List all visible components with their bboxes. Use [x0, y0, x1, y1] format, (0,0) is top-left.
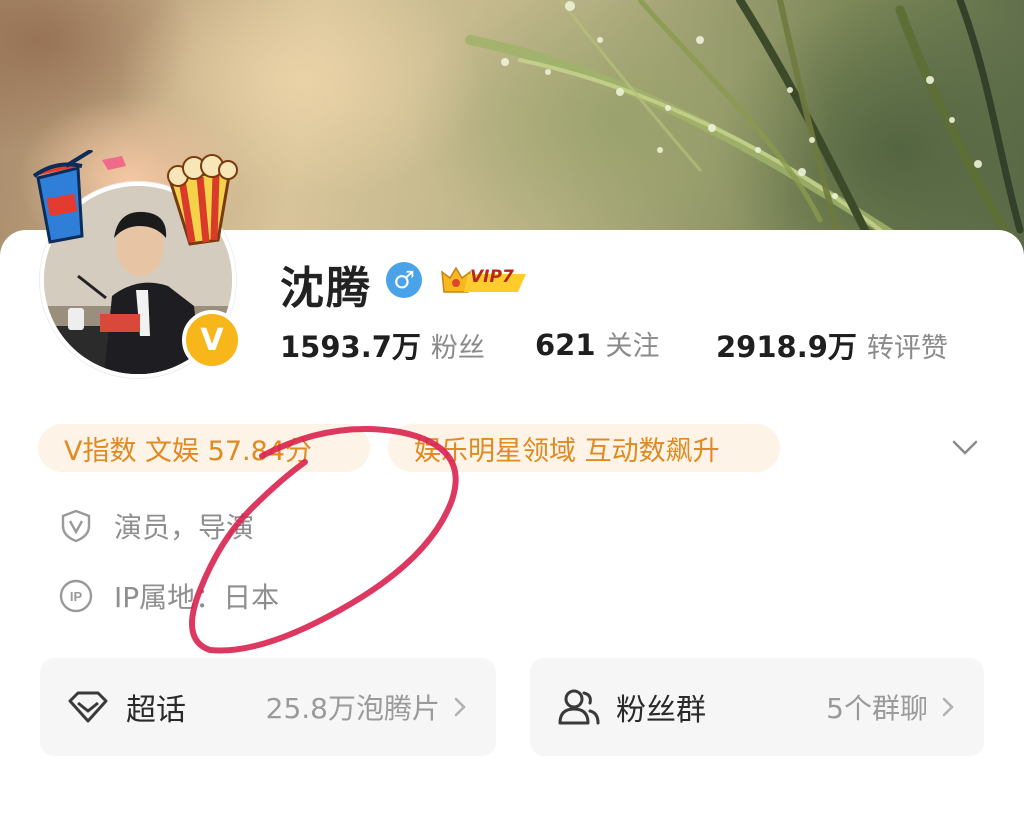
super-topic-value: 25.8万泡腾片 — [265, 692, 440, 725]
stat-value: 2918.9万 — [716, 330, 857, 364]
shield-v-icon — [61, 509, 91, 543]
verified-badge-icon: V — [182, 310, 242, 370]
chevron-right-icon — [454, 697, 466, 717]
fan-group-label: 粉丝群 — [616, 693, 706, 728]
male-gender-icon: ♂ — [386, 262, 422, 298]
ip-circle-icon: IP — [59, 579, 93, 613]
stat-label: 转评赞 — [866, 333, 948, 364]
chevron-right-icon — [942, 697, 954, 717]
stat-following[interactable]: 621 关注 — [535, 324, 660, 363]
ip-location-row: IP IP属地：日本 — [58, 574, 279, 618]
fan-group-tile[interactable]: 粉丝群 5个群聊 — [530, 658, 984, 756]
diamond-icon — [68, 691, 108, 723]
stat-value: 1593.7万 — [280, 330, 421, 364]
popcorn-soda-decoration — [32, 150, 238, 246]
super-topic-label: 超话 — [126, 693, 186, 728]
chevron-down-icon[interactable] — [950, 432, 980, 462]
v-index-pill[interactable]: V指数 文娱 57.84分 — [38, 424, 370, 472]
domain-trend-pill[interactable]: 娱乐明星领域 互动数飙升 — [388, 424, 780, 472]
stat-reposts-comments-likes[interactable]: 2918.9万 转评赞 — [716, 324, 948, 366]
stat-fans[interactable]: 1593.7万 粉丝 — [280, 324, 485, 366]
stat-value: 621 — [535, 328, 596, 362]
stat-label: 关注 — [605, 331, 660, 362]
super-topic-tile[interactable]: 超话 25.8万泡腾片 — [40, 658, 496, 756]
people-icon — [558, 689, 600, 725]
svg-text:IP: IP — [70, 589, 83, 604]
profile-name: 沈腾 — [280, 263, 372, 314]
vip-level-label[interactable]: VIP7 — [470, 267, 514, 287]
stat-label: 粉丝 — [430, 333, 485, 364]
occupation-row: 演员，导演 — [58, 504, 254, 548]
ip-location-text: IP属地：日本 — [114, 581, 280, 614]
fan-group-value: 5个群聊 — [826, 692, 928, 725]
occupation-text: 演员，导演 — [114, 511, 255, 544]
